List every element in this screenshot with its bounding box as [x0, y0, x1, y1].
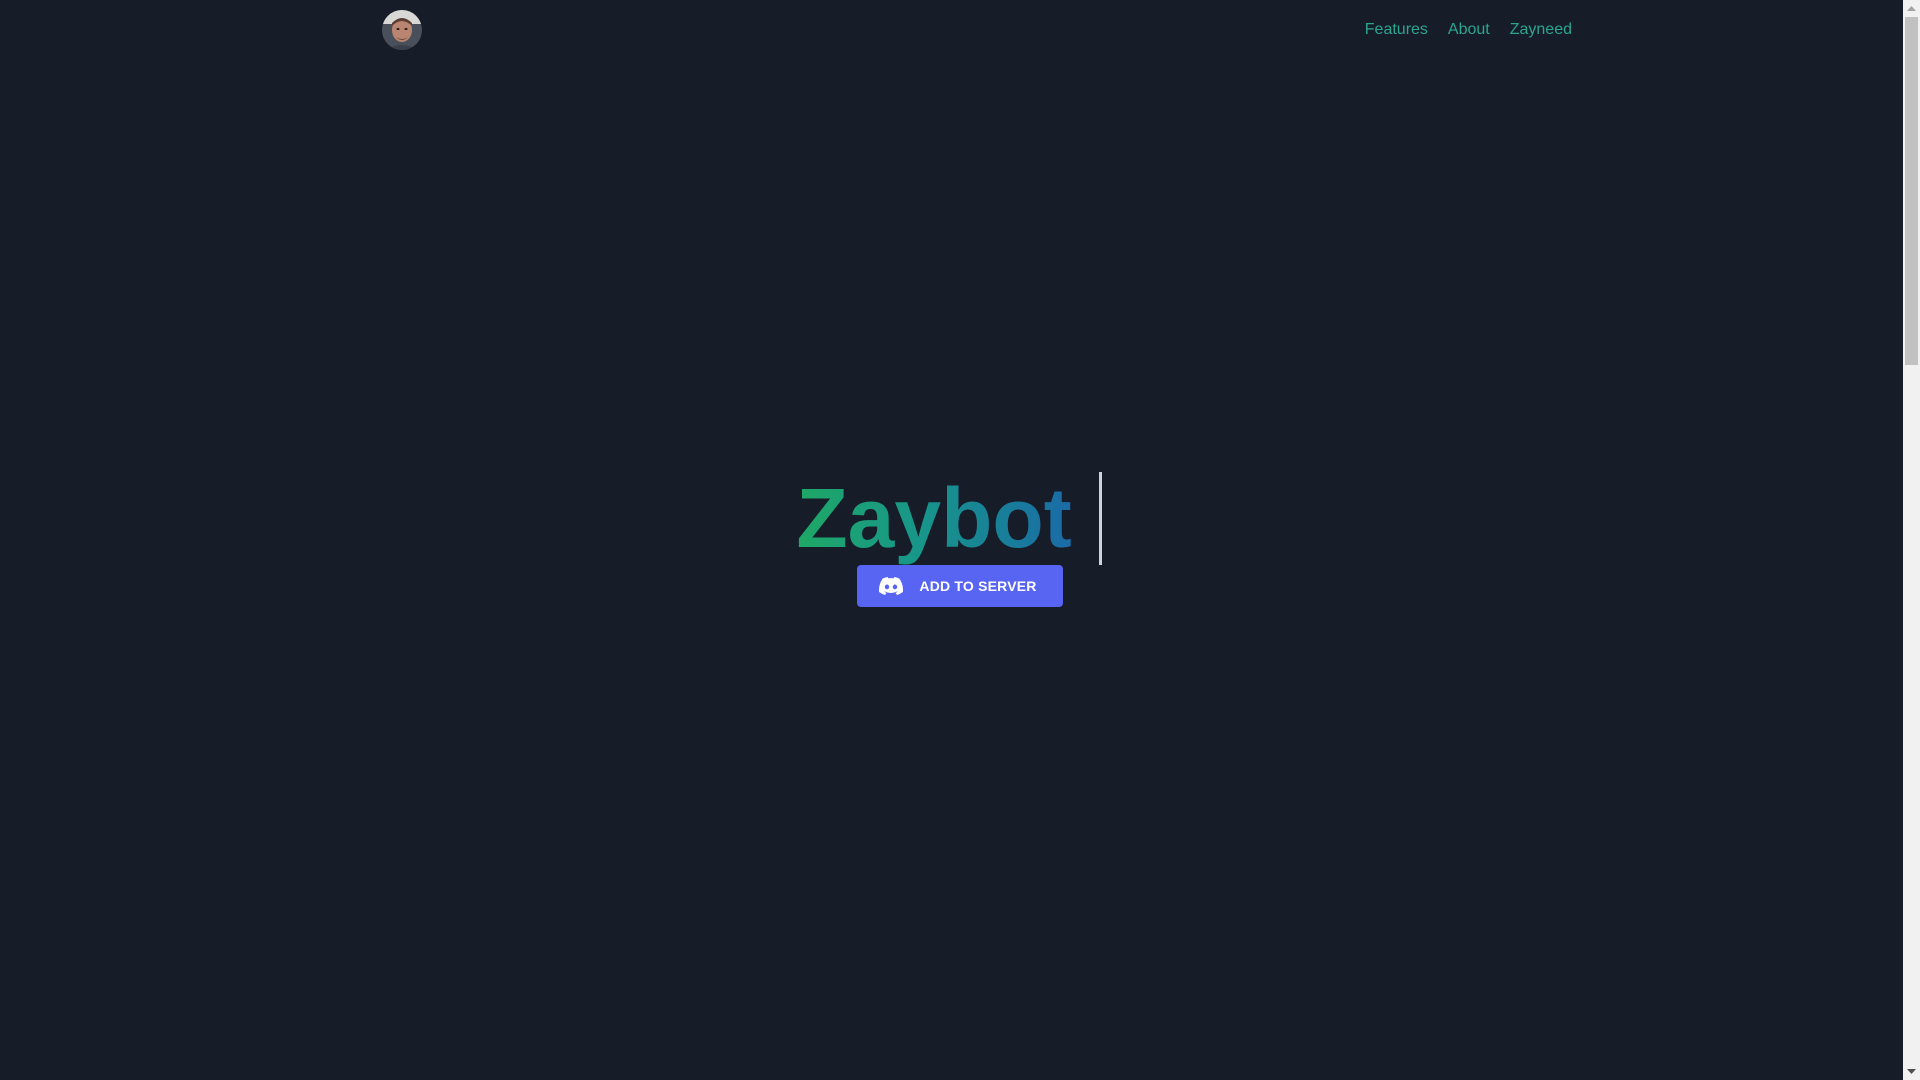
top-navbar: Features About Zayneed [382, 10, 1572, 50]
nav-link-about[interactable]: About [1448, 21, 1490, 39]
nav-link-zayneed[interactable]: Zayneed [1510, 21, 1572, 39]
hero-title-text: Zaybot [796, 471, 1072, 565]
avatar-face-icon [382, 10, 422, 50]
hero-title-container: Zaybot [0, 472, 1904, 565]
discord-icon [879, 577, 904, 595]
page: Features About Zayneed Zaybot ADD TO SER… [0, 0, 1904, 1080]
typing-cursor [1098, 472, 1102, 565]
add-to-server-button[interactable]: ADD TO SERVER [857, 565, 1063, 607]
scroll-up-arrow-icon[interactable] [1903, 0, 1920, 17]
nav-links: Features About Zayneed [1365, 10, 1572, 50]
avatar[interactable] [382, 10, 422, 50]
add-to-server-label: ADD TO SERVER [919, 578, 1037, 594]
hero-title: Zaybot [796, 471, 1102, 565]
nav-link-features[interactable]: Features [1365, 21, 1428, 39]
vertical-scrollbar[interactable] [1903, 0, 1920, 1080]
scroll-down-arrow-icon[interactable] [1903, 1063, 1920, 1080]
scrollbar-thumb[interactable] [1905, 17, 1918, 365]
